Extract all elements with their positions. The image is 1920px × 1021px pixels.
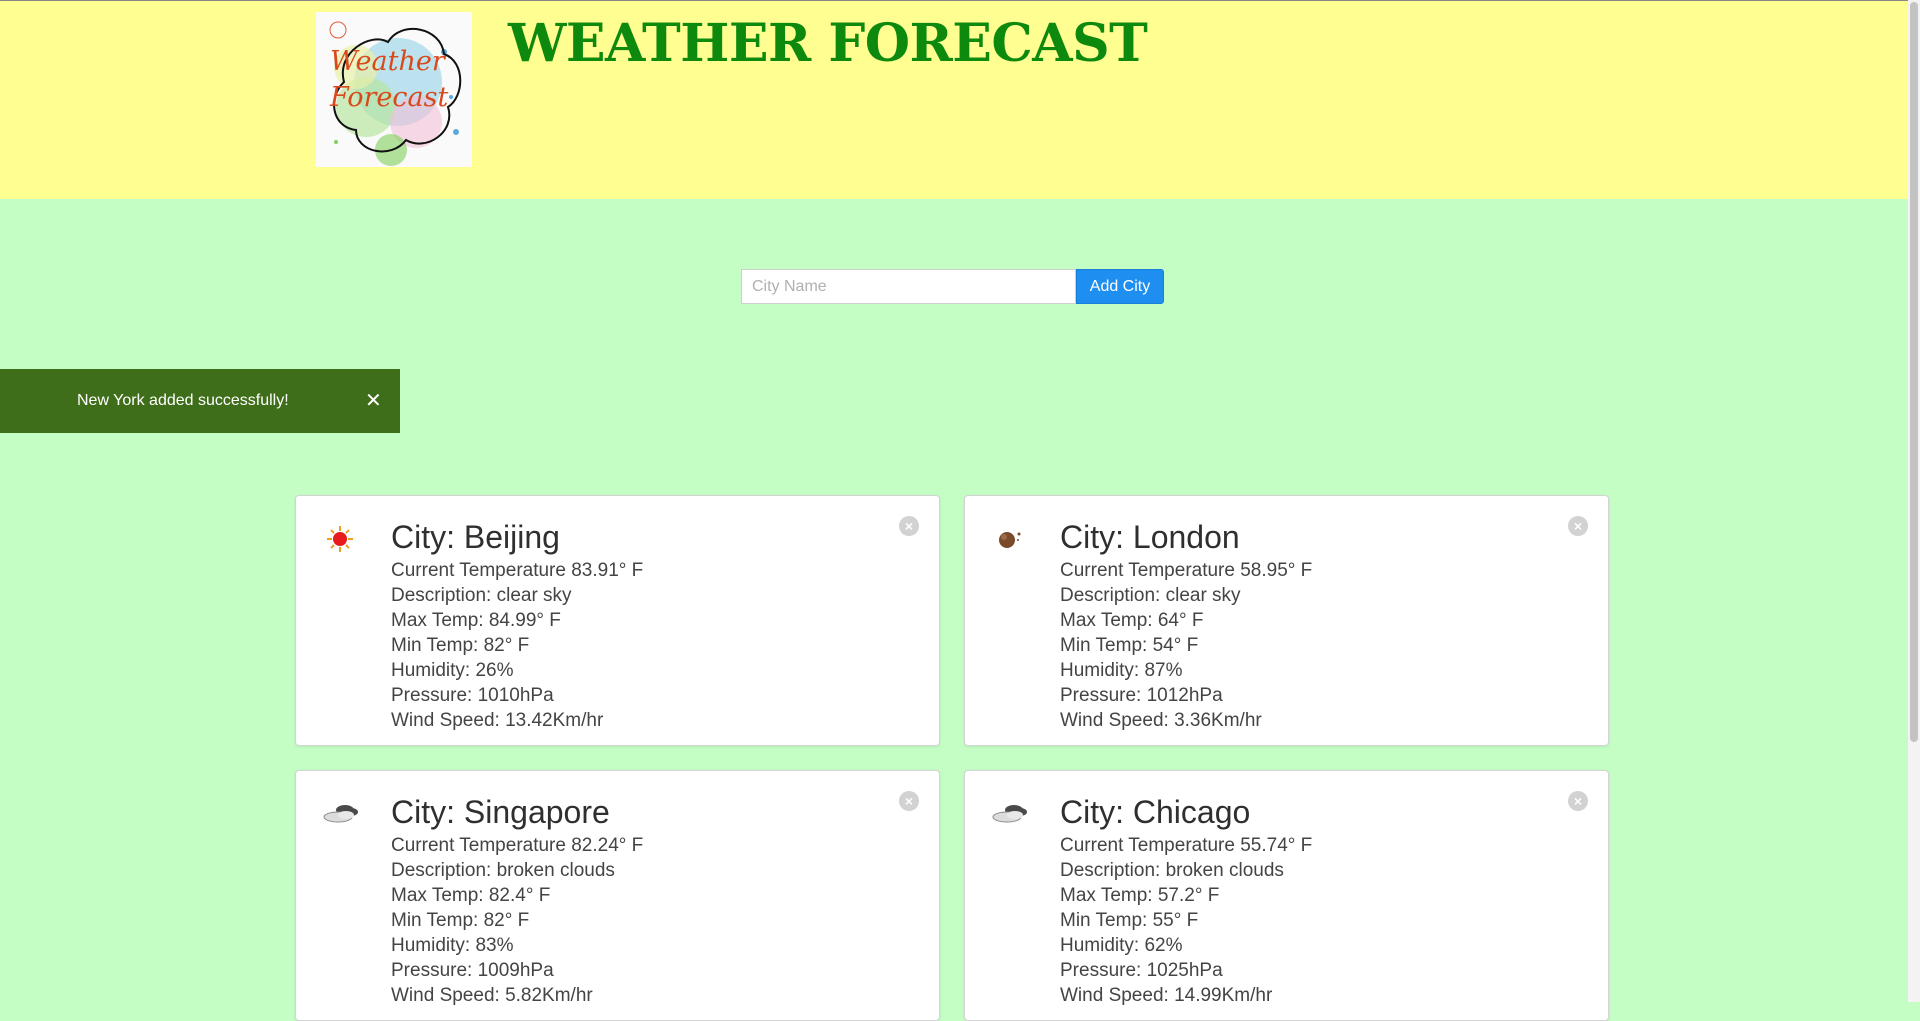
current-temperature: Current Temperature 58.95° F	[1060, 560, 1313, 581]
max-temp: Max Temp: 64° F	[1060, 610, 1204, 631]
add-city-button[interactable]: Add City	[1076, 269, 1164, 304]
wind-speed: Wind Speed: 13.42Km/hr	[391, 710, 604, 731]
humidity: Humidity: 83%	[391, 935, 514, 956]
current-temperature: Current Temperature 55.74° F	[1060, 835, 1313, 856]
logo-text-line1: Weather	[330, 46, 445, 77]
moon-icon	[987, 522, 1031, 556]
card-details: City: Chicago Current Temperature 55.74°…	[1060, 791, 1312, 1008]
logo-text: Weather Forecast	[330, 44, 470, 116]
page-title: WEATHER FORECAST	[508, 13, 1148, 74]
weather-card-beijing: × City: Beijing Current Temperature 83.9…	[295, 495, 940, 746]
remove-city-close-icon[interactable]: ×	[1568, 791, 1588, 811]
card-details: City: London Current Temperature 58.95° …	[1060, 516, 1312, 733]
min-temp: Min Temp: 54° F	[1060, 635, 1199, 656]
broken-clouds-icon	[987, 797, 1031, 831]
weather-forecast-logo: Weather Forecast	[316, 12, 472, 167]
humidity: Humidity: 87%	[1060, 660, 1183, 681]
weather-card-london: × City: London Current Temperature 58.95…	[964, 495, 1609, 746]
pressure: Pressure: 1025hPa	[1060, 960, 1223, 981]
remove-city-close-icon[interactable]: ×	[899, 791, 919, 811]
logo-text-line2: Forecast	[330, 82, 449, 113]
toast-close-icon[interactable]: ✕	[365, 388, 382, 413]
card-city-name: City: Beijing	[391, 519, 560, 555]
broken-clouds-icon	[318, 797, 362, 831]
max-temp: Max Temp: 57.2° F	[1060, 885, 1220, 906]
scrollbar-thumb[interactable]	[1910, 2, 1918, 742]
card-details: City: Singapore Current Temperature 82.2…	[391, 791, 643, 1008]
weather-card-chicago: × City: Chicago Current Temperature 55.7…	[964, 770, 1609, 1021]
wind-speed: Wind Speed: 5.82Km/hr	[391, 985, 593, 1006]
current-temperature: Current Temperature 83.91° F	[391, 560, 644, 581]
success-toast: New York added successfully! ✕	[0, 369, 400, 433]
card-city-name: City: London	[1060, 519, 1240, 555]
weather-card-singapore: × City: Singapore Current Temperature 82…	[295, 770, 940, 1021]
card-details: City: Beijing Current Temperature 83.91°…	[391, 516, 643, 733]
humidity: Humidity: 26%	[391, 660, 514, 681]
weather-description: Description: clear sky	[1060, 585, 1241, 606]
remove-city-close-icon[interactable]: ×	[1568, 516, 1588, 536]
wind-speed: Wind Speed: 3.36Km/hr	[1060, 710, 1262, 731]
wind-speed: Wind Speed: 14.99Km/hr	[1060, 985, 1273, 1006]
page-header: Weather Forecast WEATHER FORECAST	[0, 1, 1908, 199]
current-temperature: Current Temperature 82.24° F	[391, 835, 644, 856]
min-temp: Min Temp: 82° F	[391, 635, 530, 656]
max-temp: Max Temp: 84.99° F	[391, 610, 561, 631]
city-name-input[interactable]	[741, 269, 1076, 304]
min-temp: Min Temp: 82° F	[391, 910, 530, 931]
min-temp: Min Temp: 55° F	[1060, 910, 1199, 931]
pressure: Pressure: 1009hPa	[391, 960, 554, 981]
toast-message: New York added successfully!	[77, 392, 289, 409]
remove-city-close-icon[interactable]: ×	[899, 516, 919, 536]
sun-icon	[318, 522, 362, 556]
weather-description: Description: broken clouds	[391, 860, 615, 881]
humidity: Humidity: 62%	[1060, 935, 1183, 956]
pressure: Pressure: 1010hPa	[391, 685, 554, 706]
max-temp: Max Temp: 82.4° F	[391, 885, 551, 906]
weather-description: Description: broken clouds	[1060, 860, 1284, 881]
weather-description: Description: clear sky	[391, 585, 572, 606]
card-city-name: City: Chicago	[1060, 794, 1251, 830]
card-city-name: City: Singapore	[391, 794, 610, 830]
pressure: Pressure: 1012hPa	[1060, 685, 1223, 706]
